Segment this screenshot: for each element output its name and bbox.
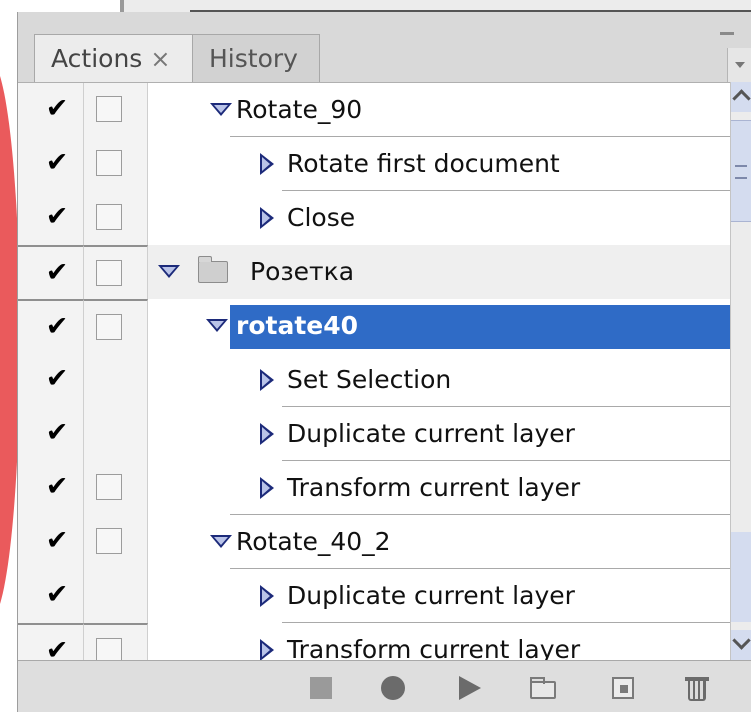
toggle-item-checkbox[interactable]: ✔ [44, 473, 70, 500]
action-label: Rotate_90 [236, 95, 363, 124]
actions-list: ✔ Rotate_90 ✔ Rotate first document ✔ Cl… [18, 82, 730, 677]
toggle-dialog-box[interactable] [96, 528, 122, 554]
tab-actions-label: Actions [51, 44, 143, 73]
panel-menu-icon[interactable] [727, 48, 751, 82]
vertical-scrollbar[interactable] [730, 82, 751, 660]
list-item[interactable]: ✔ Transform current layer [18, 461, 730, 515]
screenshot-root: Actions × History ✔ Rotate_90 ✔ Rotate f… [0, 0, 751, 712]
toggle-item-checkbox[interactable]: ✔ [44, 581, 70, 608]
toggle-dialog-box[interactable] [96, 96, 122, 122]
list-item[interactable]: ✔ Rotate_90 [18, 83, 730, 137]
toggle-dialog-box[interactable] [96, 314, 122, 340]
command-label: Duplicate current layer [287, 581, 575, 610]
record-icon[interactable] [380, 675, 406, 701]
toggle-item-checkbox[interactable]: ✔ [44, 95, 70, 122]
command-label: Set Selection [287, 365, 452, 394]
scroll-down-icon[interactable] [731, 630, 751, 660]
toggle-dialog-box[interactable] [96, 204, 122, 230]
panel-tab-bar: Actions × History [18, 12, 751, 82]
expand-triangle-icon[interactable] [260, 639, 274, 661]
action-label: Rotate_40_2 [236, 527, 391, 556]
list-item[interactable]: ✔ Rotate first document [18, 137, 730, 191]
scroll-track-highlight[interactable] [731, 532, 751, 622]
expand-triangle-icon[interactable] [260, 369, 274, 391]
expand-triangle-icon[interactable] [206, 319, 228, 332]
toggle-item-checkbox[interactable]: ✔ [44, 313, 70, 340]
toggle-item-checkbox[interactable]: ✔ [44, 259, 70, 286]
toggle-dialog-box[interactable] [96, 474, 122, 500]
set-label: Розетка [250, 257, 355, 286]
close-tab-icon[interactable]: × [150, 45, 170, 73]
list-item[interactable]: ✔ Close [18, 191, 730, 245]
trash-icon[interactable] [684, 675, 710, 701]
expand-triangle-icon[interactable] [260, 207, 274, 229]
toggle-item-checkbox[interactable]: ✔ [44, 203, 70, 230]
toggle-item-checkbox[interactable]: ✔ [44, 527, 70, 554]
command-label: Transform current layer [287, 473, 581, 502]
list-item[interactable]: ✔ Set Selection [18, 353, 730, 407]
new-set-icon[interactable] [528, 675, 560, 701]
toggle-item-checkbox[interactable]: ✔ [44, 149, 70, 176]
toggle-dialog-box[interactable] [96, 150, 122, 176]
expand-triangle-icon[interactable] [260, 153, 274, 175]
panel-bottom-toolbar [18, 660, 751, 712]
expand-triangle-icon[interactable] [260, 585, 274, 607]
list-item[interactable]: ✔ rotate40 [18, 299, 730, 353]
list-item[interactable]: ✔ Розетка [18, 245, 730, 299]
command-label: Rotate first document [287, 149, 560, 178]
tab-actions[interactable]: Actions × [34, 34, 202, 82]
toggle-dialog-box[interactable] [96, 260, 122, 286]
actions-panel: Actions × History ✔ Rotate_90 ✔ Rotate f… [17, 12, 751, 712]
tab-history[interactable]: History [192, 34, 320, 82]
command-label: Close [287, 203, 356, 232]
expand-triangle-icon[interactable] [260, 423, 274, 445]
toggle-item-checkbox[interactable]: ✔ [44, 365, 70, 392]
new-action-icon[interactable] [610, 675, 636, 701]
list-item[interactable]: ✔ Duplicate current layer [18, 407, 730, 461]
list-item[interactable]: ✔ Rotate_40_2 [18, 515, 730, 569]
list-item[interactable]: ✔ Duplicate current layer [18, 569, 730, 623]
folder-icon [198, 256, 228, 283]
expand-triangle-icon[interactable] [158, 265, 180, 278]
play-icon[interactable] [456, 675, 482, 701]
action-label-selected: rotate40 [236, 311, 359, 340]
command-label: Duplicate current layer [287, 419, 575, 448]
scroll-up-icon[interactable] [731, 82, 751, 112]
expand-triangle-icon[interactable] [210, 535, 232, 548]
scroll-thumb[interactable] [731, 120, 751, 222]
tab-history-label: History [209, 44, 298, 73]
collapse-panel-icon[interactable] [720, 32, 734, 35]
stop-icon[interactable] [308, 675, 334, 701]
expand-triangle-icon[interactable] [210, 103, 232, 116]
expand-triangle-icon[interactable] [260, 477, 274, 499]
toggle-item-checkbox[interactable]: ✔ [44, 419, 70, 446]
